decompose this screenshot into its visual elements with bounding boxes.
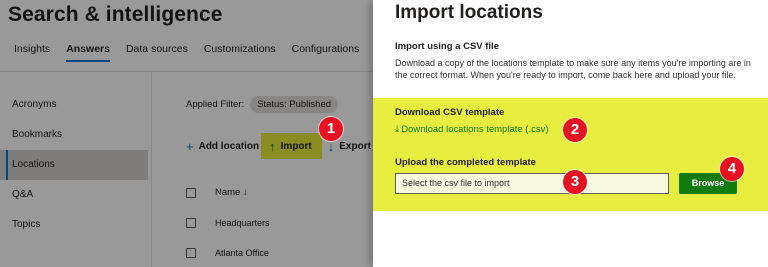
- download-icon: ⤓: [395, 124, 400, 135]
- upload-title: Upload the completed template: [395, 157, 536, 168]
- step-marker-4: 4: [720, 157, 744, 181]
- step-marker-3: 3: [563, 170, 587, 194]
- step-marker-1: 1: [319, 117, 343, 141]
- file-select-input[interactable]: Select the csv file to import: [395, 173, 669, 194]
- step-marker-2: 2: [563, 118, 587, 142]
- download-title: Download CSV template: [395, 107, 505, 118]
- panel-title: Import locations: [395, 2, 543, 23]
- csv-section-title: Import using a CSV file: [395, 41, 499, 52]
- csv-description: Download a copy of the locations templat…: [395, 58, 751, 80]
- download-link-label: Download locations template (.csv): [401, 124, 549, 135]
- modal-overlay[interactable]: [0, 0, 373, 267]
- download-template-link[interactable]: ⤓ Download locations template (.csv): [395, 124, 549, 135]
